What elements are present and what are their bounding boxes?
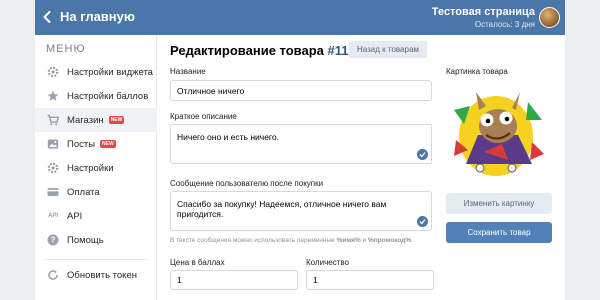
check-icon: [417, 149, 428, 160]
hint-variable-name: %имя%: [336, 237, 361, 244]
sidebar-item-label: Помощь: [67, 234, 104, 246]
sidebar-item-payment[interactable]: Оплата: [35, 180, 157, 204]
sidebar-item-label: Настройки баллов: [67, 90, 149, 102]
page-title: Редактирование товара #11988: [170, 43, 370, 58]
message-label: Сообщение пользователю после покупки: [170, 179, 324, 188]
menu-title: МЕНЮ: [46, 43, 86, 55]
product-editor: Редактирование товара #11988 Назад к тов…: [158, 35, 565, 300]
back-to-home-label[interactable]: На главную: [60, 9, 135, 24]
avatar[interactable]: [539, 7, 560, 28]
sidebar-item-points-settings[interactable]: Настройки баллов: [35, 84, 157, 108]
hint-variable-promocode: %промокод%: [367, 237, 412, 244]
user-name[interactable]: Тестовая страница: [432, 6, 535, 18]
product-image: [446, 80, 552, 180]
product-image-label: Картинка товара: [446, 67, 508, 76]
sidebar-item-shop[interactable]: Магазин NEW: [35, 108, 157, 132]
sidebar-item-widget-settings[interactable]: Настройки виджета: [35, 60, 157, 84]
quantity-label: Количество: [306, 258, 349, 267]
change-image-button[interactable]: Изменить картинку: [446, 193, 552, 214]
sidebar-item-label: Обновить токен: [67, 269, 137, 281]
sidebar-item-help[interactable]: ? Помощь: [35, 228, 157, 252]
short-description-label: Краткое описание: [170, 112, 237, 121]
name-input[interactable]: [170, 80, 432, 101]
gear-icon: [47, 162, 59, 174]
image-icon: [47, 138, 59, 150]
hint-and: и: [360, 237, 368, 244]
sidebar-item-api[interactable]: API API: [35, 204, 157, 228]
sidebar-item-label: API: [67, 210, 83, 222]
chevron-left-icon: [43, 10, 51, 23]
sidebar-item-settings[interactable]: Настройки: [35, 156, 157, 180]
menu-divider: [45, 259, 147, 260]
name-label: Название: [170, 67, 206, 76]
new-badge: NEW: [100, 140, 116, 148]
refresh-icon: [47, 269, 59, 281]
save-product-button[interactable]: Сохранить товар: [446, 222, 552, 243]
api-icon: API: [47, 213, 58, 219]
help-icon: ?: [47, 234, 59, 246]
sidebar: МЕНЮ Настройки виджета Настройки баллов …: [35, 35, 157, 300]
card-icon: [47, 186, 59, 198]
subscription-status: Осталось: 3 дня: [474, 20, 535, 29]
user-info[interactable]: Тестовая страница Осталось: 3 дня: [432, 6, 535, 29]
hint-suffix: .: [411, 237, 413, 244]
page-title-text: Редактирование товара: [170, 43, 324, 58]
sidebar-item-label: Магазин: [67, 114, 104, 126]
price-input[interactable]: [170, 270, 298, 290]
main-panel: МЕНЮ Настройки виджета Настройки баллов …: [35, 35, 565, 300]
sidebar-item-label: Настройки виджета: [67, 66, 153, 78]
hint-prefix: В тексте сообщения можно использовать пе…: [170, 237, 337, 244]
new-badge: NEW: [108, 116, 125, 124]
sidebar-item-refresh-token[interactable]: Обновить токен: [35, 263, 157, 287]
top-bar: На главную Тестовая страница Осталось: 3…: [35, 0, 565, 35]
sidebar-item-posts[interactable]: Посты NEW: [35, 132, 157, 156]
sidebar-item-label: Оплата: [67, 186, 100, 198]
check-icon: [417, 216, 428, 227]
quantity-input[interactable]: [306, 270, 434, 290]
price-label: Цена в баллах: [170, 258, 225, 267]
back-to-home-link[interactable]: На главную: [43, 9, 135, 24]
message-textarea[interactable]: Спасибо за покупку! Надеемся, отличное н…: [170, 191, 432, 231]
gear-icon: [47, 66, 59, 78]
back-to-products-button[interactable]: Назад к товарам: [349, 41, 427, 58]
variables-hint: В тексте сообщения можно использовать пе…: [170, 237, 413, 244]
sidebar-item-label: Посты: [67, 138, 96, 150]
short-description-textarea[interactable]: Ничего оно и есть ничего.: [170, 124, 432, 164]
cart-icon: [47, 114, 59, 126]
svg-text:?: ?: [51, 236, 56, 245]
star-icon: [47, 90, 59, 102]
sidebar-item-label: Настройки: [67, 162, 114, 174]
